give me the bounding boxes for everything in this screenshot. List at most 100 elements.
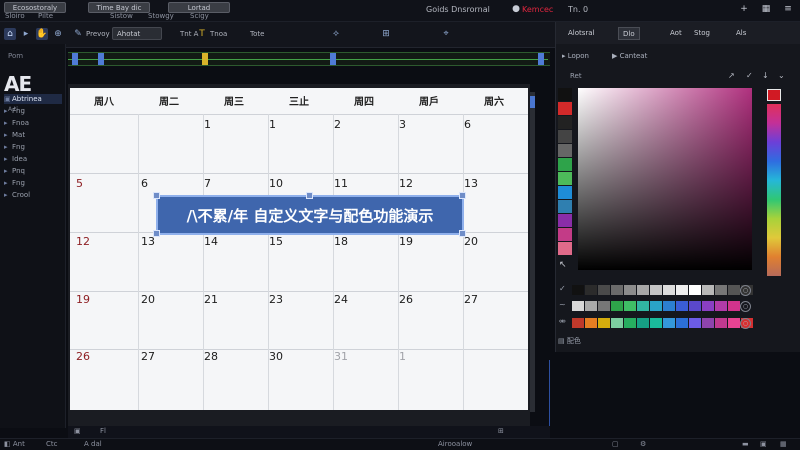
palette-more-icon[interactable]: ○ [740, 318, 751, 329]
calendar-day[interactable]: 15 [269, 235, 283, 248]
color-swatch[interactable] [676, 301, 688, 311]
calendar-day[interactable]: 13 [464, 177, 478, 190]
color-swatch[interactable] [558, 200, 572, 213]
submenu-5[interactable]: Scigy [190, 12, 209, 20]
color-swatch[interactable] [558, 116, 572, 129]
color-swatch[interactable] [728, 285, 740, 295]
sublabel-1[interactable]: ▸ Lopon [562, 52, 589, 60]
playhead[interactable] [202, 53, 208, 65]
calendar-day[interactable]: 5 [76, 177, 83, 190]
download-icon[interactable]: ↓ [762, 71, 769, 80]
color-swatch[interactable] [598, 301, 610, 311]
snap-icon[interactable]: ⌖ [440, 28, 452, 40]
calendar-day[interactable]: 7 [204, 177, 211, 190]
color-swatch[interactable] [676, 285, 688, 295]
color-swatch[interactable] [611, 318, 623, 328]
color-swatch[interactable] [558, 242, 572, 255]
color-swatch[interactable] [728, 301, 740, 311]
layer-item[interactable]: ▸ Idea [4, 154, 62, 164]
calendar-day[interactable]: 1 [204, 118, 211, 131]
color-swatch[interactable] [558, 88, 572, 101]
color-swatch[interactable] [572, 318, 584, 328]
color-swatch[interactable] [715, 318, 727, 328]
calendar-day[interactable]: 1 [269, 118, 276, 131]
calendar-day[interactable]: 12 [399, 177, 413, 190]
keyframe-marker[interactable] [98, 53, 104, 65]
calendar-day[interactable]: 20 [464, 235, 478, 248]
color-swatch[interactable] [558, 228, 572, 241]
transform-handle[interactable] [459, 230, 466, 237]
move-icon[interactable]: ⟡ [330, 28, 342, 40]
color-swatch[interactable] [663, 318, 675, 328]
color-swatch[interactable] [689, 318, 701, 328]
tab-dlo[interactable]: Dlo [618, 27, 640, 40]
calendar-day[interactable]: 21 [204, 293, 218, 306]
calendar-day[interactable]: 26 [399, 293, 413, 306]
hue-slider[interactable] [767, 104, 781, 276]
color-swatch[interactable] [624, 285, 636, 295]
calendar-day[interactable]: 3 [399, 118, 406, 131]
calendar-day[interactable]: 19 [76, 293, 90, 306]
color-swatch[interactable] [702, 301, 714, 311]
calendar-day[interactable]: 11 [334, 177, 348, 190]
calendar-day[interactable]: 12 [76, 235, 90, 248]
color-swatch[interactable] [715, 285, 727, 295]
color-swatch[interactable] [663, 301, 675, 311]
select-icon[interactable]: ▸ [20, 28, 32, 40]
calendar-day[interactable]: 24 [334, 293, 348, 306]
calendar-day[interactable]: 1 [399, 350, 406, 363]
chevron-down-icon[interactable]: ⌄ [778, 71, 785, 80]
submenu-1[interactable]: Sloiro [5, 12, 25, 20]
color-swatch[interactable] [585, 285, 597, 295]
timeline-ruler[interactable] [68, 52, 550, 66]
color-swatch[interactable] [650, 285, 662, 295]
scroll-thumb[interactable] [530, 96, 535, 108]
status-icon[interactable]: ▣ [760, 440, 767, 448]
color-swatch[interactable] [624, 301, 636, 311]
current-color-swatch[interactable] [767, 89, 781, 101]
out-point-marker[interactable] [538, 53, 544, 65]
check-icon[interactable]: ✓ [559, 284, 566, 293]
ruler-icon[interactable]: ⊞ [380, 28, 392, 40]
in-point-marker[interactable] [72, 53, 78, 65]
color-swatch[interactable] [572, 285, 584, 295]
preview-label[interactable]: Prevoy [86, 30, 110, 38]
color-swatch[interactable] [663, 285, 675, 295]
color-swatch[interactable] [558, 102, 572, 115]
calendar-day[interactable]: 18 [334, 235, 348, 248]
calendar-day[interactable]: 10 [269, 177, 283, 190]
calendar-day[interactable]: 27 [464, 293, 478, 306]
calendar-day[interactable]: 23 [269, 293, 283, 306]
text-layer-banner[interactable]: /\不累/年 自定义文字与配色功能演示 [156, 195, 464, 235]
wave-icon[interactable]: ~ [559, 300, 566, 309]
submenu-3[interactable]: Sistow [110, 12, 133, 20]
text-icon[interactable]: T [196, 28, 208, 40]
hand-icon[interactable]: ✋ [36, 28, 48, 40]
color-swatch[interactable] [558, 172, 572, 185]
color-swatch[interactable] [702, 285, 714, 295]
layer-item[interactable]: ▸ Pnq [4, 166, 62, 176]
sublabel-2[interactable]: ▶ Canteat [612, 52, 647, 60]
pen-icon[interactable]: ✎ [72, 28, 84, 40]
status-icon[interactable]: ▢ [612, 440, 619, 448]
footer-icon[interactable]: ⊞ [498, 427, 504, 435]
color-swatch[interactable] [598, 285, 610, 295]
color-swatch[interactable] [715, 301, 727, 311]
color-swatch[interactable] [637, 285, 649, 295]
workspace-red-label[interactable]: Kemcec [522, 5, 553, 14]
saturation-value-field[interactable] [578, 88, 752, 270]
color-swatch[interactable] [637, 301, 649, 311]
layer-item[interactable]: ▣Abtrinea [4, 94, 62, 104]
layer-item[interactable]: ▸ Fng [4, 142, 62, 152]
color-swatch[interactable] [585, 301, 597, 311]
calendar-day[interactable]: 26 [76, 350, 90, 363]
calendar-day[interactable]: 20 [141, 293, 155, 306]
keyframe-marker[interactable] [330, 53, 336, 65]
transform-handle[interactable] [459, 192, 466, 199]
color-swatch[interactable] [611, 285, 623, 295]
home-icon[interactable]: ⌂ [4, 28, 16, 40]
record-icon[interactable]: ● [510, 3, 522, 15]
color-swatch[interactable] [637, 318, 649, 328]
color-swatch[interactable] [650, 301, 662, 311]
palette-more-icon[interactable]: ○ [740, 285, 751, 296]
